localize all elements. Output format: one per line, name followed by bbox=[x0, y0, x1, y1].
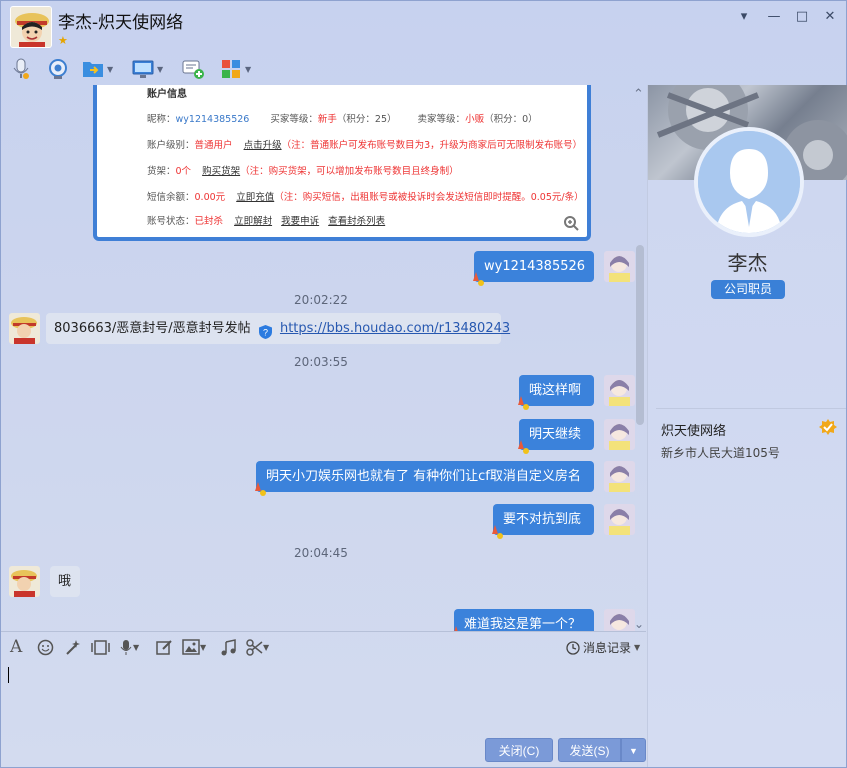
security-shield-icon: ? bbox=[258, 321, 273, 339]
video-clip-icon[interactable] bbox=[91, 638, 110, 656]
chevron-down-icon: ▼ bbox=[629, 746, 638, 756]
scissors-icon[interactable]: ▼ bbox=[246, 638, 269, 656]
card-row-status: 账号状态：已封杀 立即解封 我要申诉 查看封杀列表 bbox=[147, 216, 386, 227]
chat-toolbar: ▼ ▼ ▼ bbox=[1, 53, 646, 85]
vip-badge-icon bbox=[251, 479, 269, 497]
profile-address: 新乡市人民大道105号 bbox=[661, 446, 780, 460]
message-bubble[interactable]: 难道我这是第一个？ bbox=[454, 609, 594, 631]
star-icon: ★ bbox=[58, 34, 68, 47]
verified-medal-icon bbox=[819, 418, 837, 436]
vip-badge-icon bbox=[514, 393, 532, 411]
text-caret bbox=[8, 667, 9, 683]
vip-badge-icon bbox=[469, 269, 487, 287]
clock-icon bbox=[566, 640, 580, 655]
message-bubble[interactable]: 要不对抗到底 bbox=[493, 504, 594, 535]
message-item: 哦 bbox=[1, 566, 641, 600]
chat-window: 李杰-炽天使网络 ★ ▾ — □ ✕ ▼ ▼ ▼ ⌃ 账户信息 昵称：wy121… bbox=[0, 0, 847, 768]
scroll-down-icon[interactable]: ⌄ bbox=[634, 617, 644, 631]
font-icon[interactable]: A bbox=[10, 637, 22, 657]
contact-avatar-small[interactable] bbox=[9, 566, 40, 597]
apps-button[interactable]: ▼ bbox=[219, 55, 251, 83]
voice-message-icon[interactable]: ▼ bbox=[119, 638, 139, 656]
timestamp: 20:02:22 bbox=[294, 293, 348, 307]
my-avatar[interactable] bbox=[604, 609, 635, 631]
divider bbox=[656, 408, 846, 409]
message-input[interactable] bbox=[1, 661, 646, 734]
add-app-icon bbox=[181, 57, 205, 81]
title-bar: 李杰-炽天使网络 ★ ▾ — □ ✕ bbox=[1, 1, 846, 51]
close-chat-button[interactable]: 关闭(C) bbox=[485, 738, 553, 762]
chevron-down-icon: ▼ bbox=[634, 643, 641, 652]
input-toolbar: A ▼ ▼ ▼ 消息记录 ▼ bbox=[1, 631, 646, 661]
magic-wand-icon[interactable] bbox=[64, 638, 81, 656]
my-avatar[interactable] bbox=[604, 504, 635, 535]
card-row-nickname: 昵称：wy1214385526 买家等级：新手（积分：25） 卖家等级：小贩（积… bbox=[147, 114, 538, 125]
file-transfer-icon bbox=[81, 57, 105, 81]
card-header: 账户信息 bbox=[147, 89, 187, 100]
card-row-sms: 短信余额：0.00元 立即充值（注：购买短信，出租账号或被投诉时会发送短信即时提… bbox=[147, 192, 584, 203]
chat-scrollbar[interactable] bbox=[636, 245, 644, 425]
chevron-down-icon[interactable]: ▼ bbox=[107, 65, 113, 74]
emoji-icon[interactable] bbox=[37, 638, 54, 656]
edit-icon[interactable] bbox=[156, 638, 173, 656]
collapse-icon[interactable]: ⌃ bbox=[633, 87, 644, 102]
message-bubble[interactable]: 明天小刀娱乐网也就有了 有种你们让cf取消自定义房名 bbox=[256, 461, 594, 492]
my-avatar[interactable] bbox=[604, 461, 635, 492]
menu-dropdown-button[interactable]: ▾ bbox=[733, 7, 755, 27]
window-title: 李杰-炽天使网络 bbox=[58, 13, 184, 33]
message-item: 明天小刀娱乐网也就有了 有种你们让cf取消自定义房名 bbox=[1, 461, 641, 497]
profile-name: 李杰 bbox=[727, 251, 768, 275]
my-avatar[interactable] bbox=[604, 251, 635, 282]
contact-avatar-small[interactable] bbox=[9, 313, 40, 344]
minimize-button[interactable]: — bbox=[763, 7, 785, 27]
message-link[interactable]: https://bbs.houdao.com/r13480243 bbox=[280, 321, 510, 336]
music-icon[interactable] bbox=[220, 638, 237, 656]
card-row-shelf: 货架：0个 购买货架（注：购买货架，可以增加发布账号数目且终身制） bbox=[147, 166, 459, 177]
send-file-button[interactable]: ▼ bbox=[81, 55, 113, 83]
message-item: 8036663/恶意封号/恶意封号发帖 ? https://bbs.houdao… bbox=[1, 313, 641, 347]
message-item: 难道我这是第一个？ bbox=[1, 609, 641, 631]
message-bubble[interactable]: wy1214385526 bbox=[474, 251, 594, 282]
timestamp: 20:04:45 bbox=[294, 546, 348, 560]
message-history-button[interactable]: 消息记录 ▼ bbox=[566, 639, 640, 656]
message-bubble[interactable]: 8036663/恶意封号/恶意封号发帖 ? https://bbs.houdao… bbox=[46, 313, 510, 344]
maximize-button[interactable]: □ bbox=[791, 7, 813, 27]
video-icon bbox=[46, 57, 70, 81]
message-item: 哦这样啊 bbox=[1, 375, 641, 411]
profile-role-badge: 公司职员 bbox=[711, 280, 785, 299]
timestamp: 20:03:55 bbox=[294, 355, 348, 369]
create-discussion-button[interactable] bbox=[181, 55, 205, 83]
card-row-level: 账户级别：普通用户 点击升级（注：普通账户可发布账号数目为3，升级为商家后可无限… bbox=[147, 140, 583, 151]
close-button[interactable]: ✕ bbox=[819, 7, 841, 27]
my-avatar[interactable] bbox=[604, 375, 635, 406]
profile-panel: 李杰 公司职员 炽天使网络 新乡市人民大道105号 bbox=[647, 85, 847, 767]
screen-share-icon bbox=[131, 57, 155, 81]
svg-text:?: ? bbox=[263, 327, 268, 337]
my-avatar[interactable] bbox=[604, 419, 635, 450]
remote-desktop-button[interactable]: ▼ bbox=[131, 55, 163, 83]
microphone-icon bbox=[9, 57, 33, 81]
contact-avatar[interactable] bbox=[10, 6, 52, 48]
apps-grid-icon bbox=[219, 57, 243, 81]
send-options-dropdown[interactable]: ▼ bbox=[621, 738, 646, 762]
message-item: 明天继续 bbox=[1, 419, 641, 455]
send-button[interactable]: 发送(S) bbox=[558, 738, 621, 762]
screenshot-image[interactable]: 账户信息 昵称：wy1214385526 买家等级：新手（积分：25） 卖家等级… bbox=[93, 85, 591, 241]
vip-badge-icon bbox=[449, 623, 467, 631]
vip-badge-icon bbox=[514, 437, 532, 455]
zoom-in-icon[interactable] bbox=[563, 215, 579, 231]
image-icon[interactable]: ▼ bbox=[182, 638, 206, 656]
profile-avatar[interactable] bbox=[694, 127, 804, 237]
message-list[interactable]: ⌃ 账户信息 昵称：wy1214385526 买家等级：新手（积分：25） 卖家… bbox=[1, 85, 646, 631]
vip-badge-icon bbox=[488, 522, 506, 540]
video-call-button[interactable] bbox=[46, 55, 70, 83]
chevron-down-icon[interactable]: ▼ bbox=[245, 65, 251, 74]
message-item: wy1214385526 bbox=[1, 251, 641, 287]
chevron-down-icon[interactable]: ▼ bbox=[157, 65, 163, 74]
message-item: 要不对抗到底 bbox=[1, 504, 641, 540]
profile-company: 炽天使网络 bbox=[661, 424, 727, 439]
message-bubble[interactable]: 哦 bbox=[50, 566, 80, 597]
voice-call-button[interactable] bbox=[9, 55, 33, 83]
